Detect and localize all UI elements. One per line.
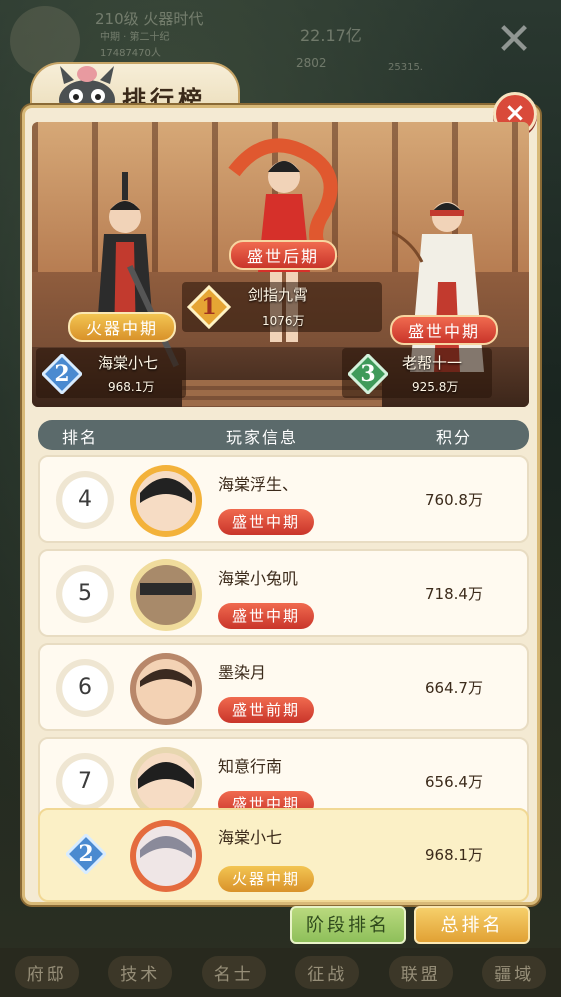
player-name: 海棠浮生、: [218, 475, 299, 494]
row-rank: 5: [56, 565, 114, 623]
table-row[interactable]: 4 海棠浮生、 盛世中期 760.8万: [38, 455, 529, 543]
gold-amount: 22.17亿: [300, 26, 362, 45]
first-player-name: 剑指九霄: [248, 286, 309, 304]
self-player-score: 968.1万: [425, 846, 483, 864]
player-avatar-icon[interactable]: [128, 651, 204, 727]
second-player-name: 海棠小七: [98, 354, 159, 372]
third-player-score: 925.8万: [412, 380, 459, 394]
nav-territory[interactable]: 疆域: [482, 956, 547, 989]
player-score: 656.4万: [425, 773, 483, 791]
secondary-amount: 25315.: [388, 62, 423, 73]
player-column-header: 玩家信息: [226, 428, 299, 447]
third-rank-number: 3: [360, 361, 376, 387]
self-player-name: 海棠小七: [218, 828, 283, 847]
third-player-name: 老帮十一: [402, 354, 463, 372]
player-stage-tag: 盛世中期: [218, 509, 315, 535]
player-score: 664.7万: [425, 679, 483, 697]
player-avatar-icon[interactable]: [128, 557, 204, 633]
self-stage-tag: 火器中期: [218, 866, 315, 892]
player-score: 718.4万: [425, 585, 483, 603]
second-player-score: 968.1万: [108, 380, 155, 394]
leaderboard-header: 排名 玩家信息 积分: [38, 420, 529, 450]
rank-column-header: 排名: [62, 428, 99, 447]
first-player-score: 1076万: [262, 314, 305, 328]
player-period: 中期 · 第二十纪: [100, 32, 170, 43]
table-row[interactable]: 5 海棠小兔叽 盛世中期 718.4万: [38, 549, 529, 637]
background-close-icon: ✕: [495, 14, 533, 65]
player-avatar-icon[interactable]: [128, 463, 204, 539]
second-rank-number: 2: [54, 361, 70, 387]
third-stage-tag: 盛世中期: [390, 315, 499, 345]
nav-tech[interactable]: 技术: [108, 956, 173, 989]
first-stage-tag: 盛世后期: [229, 240, 338, 270]
row-rank: 7: [56, 753, 114, 811]
row-rank: 4: [56, 471, 114, 529]
score-column-header: 积分: [436, 428, 473, 447]
player-name: 海棠小兔叽: [218, 569, 299, 588]
player-stage-tag: 盛世中期: [218, 603, 315, 629]
podium-scene: 盛世后期 1 剑指九霄 1076万 火器中期 2 海棠小七 968.1万 盛世中…: [32, 122, 529, 407]
stage-rank-button[interactable]: 阶段排名: [290, 906, 406, 944]
first-rank-number: 1: [201, 294, 217, 320]
power-amount: 2802: [296, 56, 327, 70]
nav-mansion[interactable]: 府邸: [14, 956, 79, 989]
nav-battle[interactable]: 征战: [295, 956, 360, 989]
self-avatar-icon[interactable]: [128, 818, 204, 894]
table-row[interactable]: 6 墨染月 盛世前期 664.7万: [38, 643, 529, 731]
self-rank-number: 2: [78, 841, 94, 867]
second-stage-tag: 火器中期: [68, 312, 177, 342]
player-level: 210级 火器时代: [95, 10, 204, 28]
nav-alliance[interactable]: 联盟: [388, 956, 453, 989]
player-stage-tag: 盛世前期: [218, 697, 315, 723]
row-rank: 6: [56, 659, 114, 717]
player-population: 17487470人: [100, 48, 161, 59]
player-score: 760.8万: [425, 491, 483, 509]
self-rank-row[interactable]: 2 海棠小七 火器中期 968.1万: [38, 808, 529, 902]
nav-scholars[interactable]: 名士: [201, 956, 266, 989]
total-rank-button[interactable]: 总排名: [414, 906, 530, 944]
player-name: 墨染月: [218, 663, 267, 682]
player-name: 知意行南: [218, 757, 283, 776]
bottom-nav: 府邸 技术 名士 征战 联盟 疆域: [0, 948, 561, 997]
